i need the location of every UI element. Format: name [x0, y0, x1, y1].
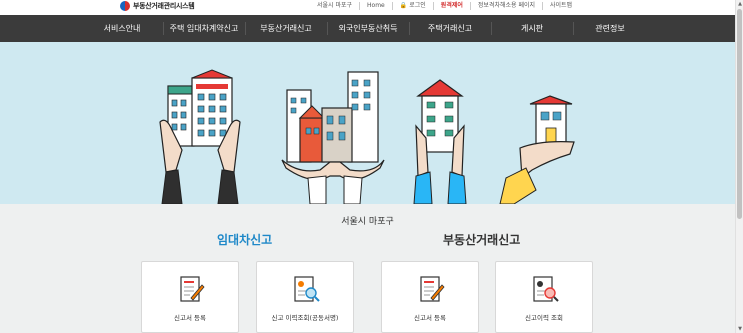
scroll-up-arrow-icon[interactable]: ▲ — [737, 1, 743, 7]
utility-links: 서울시 마포구 Home 🔒 로그인 원격제어 정보격차해소용 페이지 사이트맵 — [310, 2, 579, 10]
card-label: 신고서 등록 — [174, 314, 206, 322]
trade-report-title: 부동산거래신고 — [443, 233, 521, 247]
nav-item-real-estate-trade[interactable]: 부동산거래신고 — [246, 15, 326, 42]
region-link[interactable]: 서울시 마포구 — [310, 2, 359, 10]
home-link[interactable]: Home — [359, 2, 392, 10]
nav-item-foreigner-acquisition[interactable]: 외국인부동산취득 — [328, 15, 408, 42]
hand-holding-small-house-illustration — [499, 95, 575, 204]
page-scrollbar[interactable]: ▲ ▼ — [735, 0, 743, 333]
sitemap-link[interactable]: 사이트맵 — [542, 2, 579, 10]
login-link[interactable]: 🔒 로그인 — [391, 2, 433, 10]
document-pen-icon — [180, 276, 205, 302]
hands-holding-apartments-illustration — [159, 69, 241, 204]
scroll-down-arrow-icon[interactable]: ▼ — [737, 326, 743, 332]
lease-report-title: 임대차신고 — [217, 233, 273, 247]
hero-banner — [0, 42, 735, 204]
accessibility-page-link[interactable]: 정보격차해소용 페이지 — [469, 2, 542, 10]
site-logo-text: 부동산거래관리시스템 — [133, 2, 195, 10]
card-label: 신고서 등록 — [414, 314, 446, 322]
top-utility-bar: 부동산거래관리시스템 서울시 마포구 Home 🔒 로그인 원격제어 정보격차해소… — [0, 0, 735, 14]
hands-holding-city-illustration — [281, 71, 385, 204]
nav-item-board[interactable]: 게시판 — [492, 15, 572, 42]
region-label: 서울시 마포구 — [341, 217, 394, 227]
nav-item-related-info[interactable]: 관련정보 — [574, 15, 646, 42]
nav-item-housing-trade[interactable]: 주택거래신고 — [410, 15, 490, 42]
lease-register-card[interactable]: 신고서 등록 — [141, 261, 239, 333]
government-emblem-icon — [120, 1, 130, 11]
main-navigation: 서비스안내 주택 임대차계약신고 부동산거래신고 외국인부동산취득 주택거래신고… — [0, 15, 735, 42]
remote-control-link[interactable]: 원격제어 — [432, 2, 470, 10]
document-search-icon — [533, 276, 559, 302]
scrollbar-thumb[interactable] — [737, 9, 742, 219]
lock-icon: 🔒 — [399, 2, 408, 9]
card-label: 신고이력 조회 — [525, 314, 563, 322]
nav-item-service-guide[interactable]: 서비스안내 — [82, 15, 162, 42]
hands-holding-house-illustration — [413, 79, 467, 204]
lease-history-card[interactable]: 신고 이력조회(공동서명) — [256, 261, 354, 333]
hero-illustration — [159, 69, 575, 204]
service-section: 서울시 마포구 임대차신고 부동산거래신고 신고서 등록 신고 이력조회(공동서… — [0, 204, 735, 333]
trade-register-card[interactable]: 신고서 등록 — [381, 261, 479, 333]
card-label: 신고 이력조회(공동서명) — [271, 314, 339, 322]
site-logo[interactable]: 부동산거래관리시스템 — [120, 1, 195, 11]
document-pen-icon — [420, 276, 445, 302]
nav-item-lease-report[interactable]: 주택 임대차계약신고 — [164, 15, 244, 42]
document-search-icon — [294, 276, 320, 302]
trade-history-card[interactable]: 신고이력 조회 — [495, 261, 593, 333]
